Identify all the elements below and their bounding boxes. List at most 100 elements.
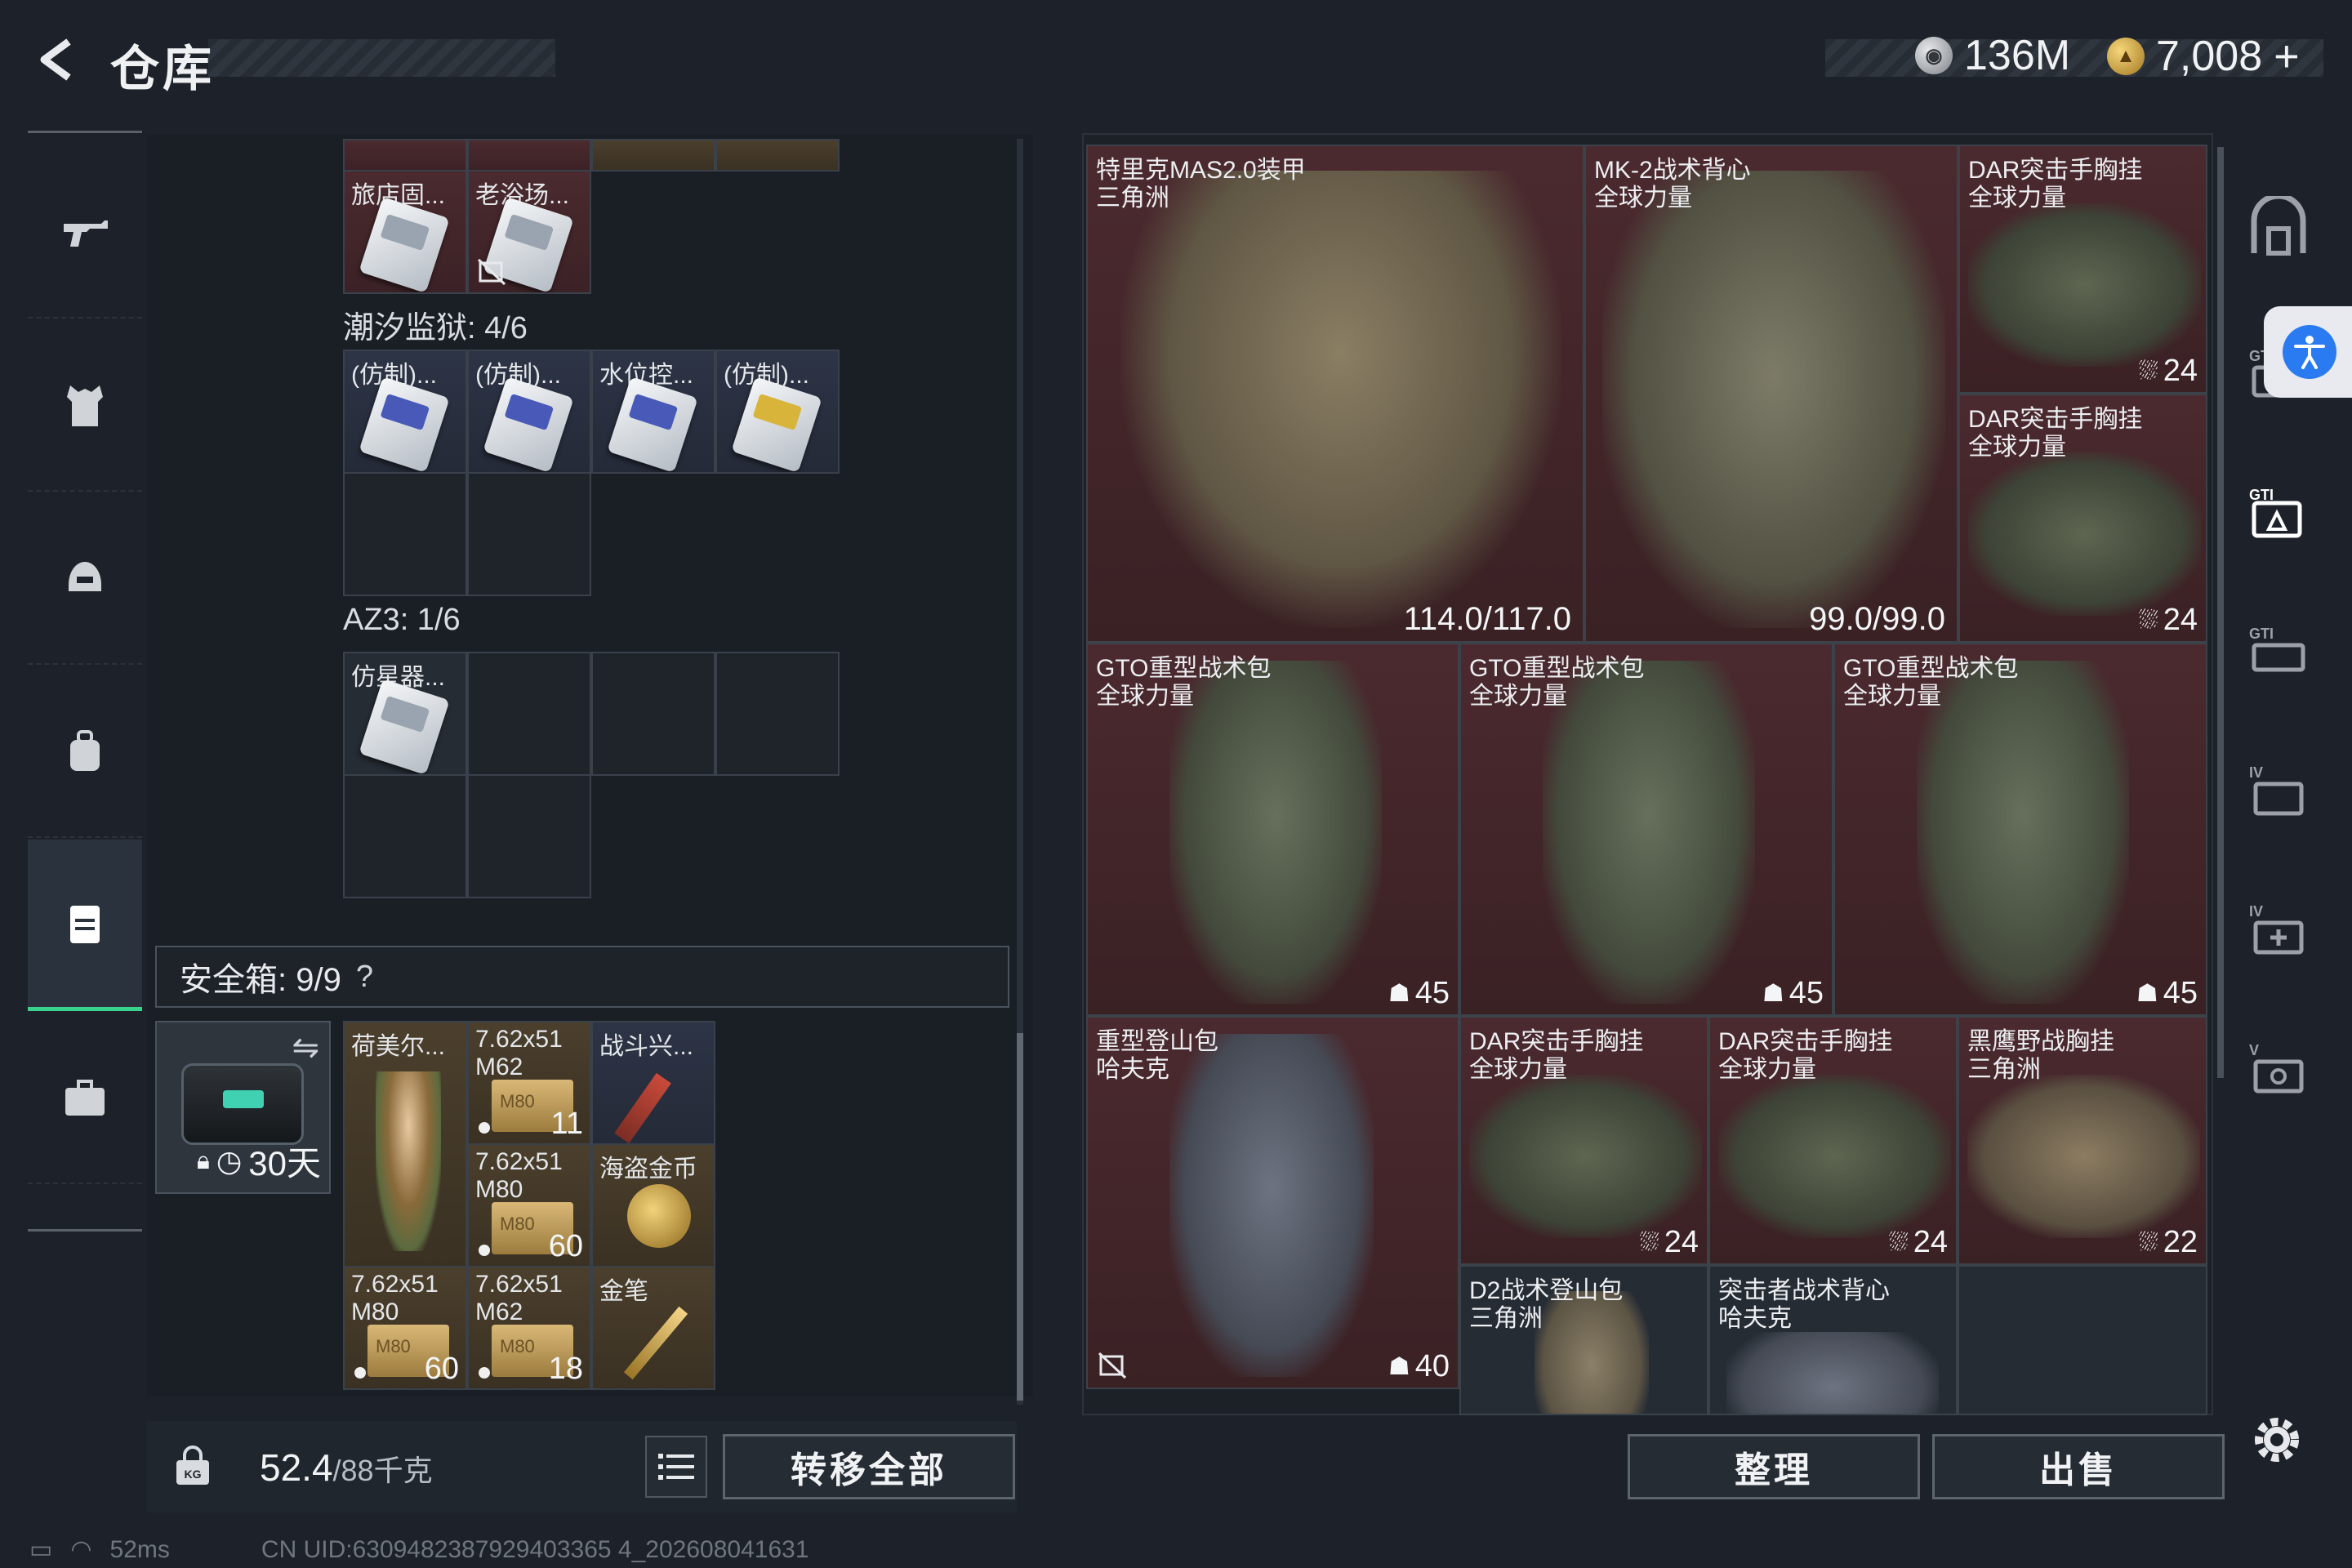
- loot-item[interactable]: 突击者战术背心 哈夫克: [1708, 1265, 1958, 1415]
- sell-button[interactable]: 出售: [1932, 1434, 2225, 1499]
- storage-item[interactable]: 老浴场...: [467, 170, 591, 294]
- storage-item[interactable]: 金笔: [591, 1266, 715, 1390]
- user-uid: CN UID:6309482387929403365 4_20260804163…: [261, 1535, 809, 1563]
- loot-item[interactable]: 特里克MAS2.0装甲 三角洲 114.0/117.0: [1086, 145, 1584, 643]
- weight-icon: KG: [176, 1446, 209, 1485]
- currency-gold[interactable]: ▲ 7,008 +: [2107, 31, 2300, 82]
- syringe-icon: [614, 1072, 671, 1143]
- gold-plus-button[interactable]: +: [2274, 31, 2300, 82]
- gti-tool-case-icon: GTI: [2249, 487, 2302, 538]
- container-tab-locker[interactable]: [2230, 180, 2328, 278]
- loot-item[interactable]: DAR突击手胸挂 全球力量 ⛆ 24: [1459, 1016, 1708, 1265]
- container-tab-gti-2[interactable]: GTI: [2230, 604, 2328, 702]
- rail-item-misc[interactable]: [28, 1013, 142, 1184]
- loot-item[interactable]: GTO重型战术包 全球力量 ☗ 45: [1833, 643, 2207, 1016]
- ping-value: 52ms: [109, 1535, 170, 1563]
- backpack-capacity-icon: ☗: [1388, 980, 1410, 1007]
- storage-item[interactable]: 7.62x51 M62 11: [467, 1021, 591, 1145]
- storage-item[interactable]: 荷美尔...: [343, 1021, 467, 1267]
- storage-item[interactable]: 旅店固...: [343, 170, 467, 294]
- grid-cell[interactable]: [343, 139, 467, 172]
- storage-item[interactable]: 7.62x51 M80 60: [467, 1143, 591, 1267]
- svg-text:GTI: GTI: [2249, 487, 2274, 503]
- item-brand: 全球力量: [1469, 683, 1567, 710]
- loot-item[interactable]: MK-2战术背心 全球力量 99.0/99.0: [1584, 145, 1958, 643]
- rail-item-armor[interactable]: [28, 320, 142, 492]
- back-button[interactable]: [24, 31, 90, 88]
- empty-slot[interactable]: [1958, 1265, 2207, 1415]
- storage-item[interactable]: 水位控...: [591, 350, 715, 474]
- loot-item[interactable]: DAR突击手胸挂 全球力量 ⛆ 24: [1708, 1016, 1958, 1265]
- storage-item[interactable]: (仿制)...: [467, 350, 591, 474]
- empty-slot[interactable]: [343, 472, 467, 596]
- gold-pen-icon: [623, 1306, 688, 1380]
- organize-button[interactable]: 整理: [1628, 1434, 1920, 1499]
- rig-capacity-icon: ⛆: [1639, 1228, 1659, 1256]
- grid-cell[interactable]: [715, 139, 840, 172]
- v-case-icon: V: [2249, 1042, 2304, 1094]
- storage-scrollbar-thumb[interactable]: [1017, 1033, 1023, 1401]
- backpack-capacity-icon: ☗: [1388, 1353, 1410, 1380]
- item-brand: 哈夫克: [1096, 1056, 1169, 1083]
- accessibility-button[interactable]: [2264, 306, 2352, 398]
- storage-item[interactable]: (仿制)...: [343, 350, 467, 474]
- loot-item[interactable]: DAR突击手胸挂 全球力量 ⛆ 24: [1958, 145, 2207, 394]
- chest-rig-icon: [1968, 203, 2201, 367]
- item-name: 金笔: [599, 1278, 648, 1305]
- rig-capacity-icon: ⛆: [1888, 1228, 1909, 1256]
- loot-item[interactable]: D2战术登山包 三角洲: [1459, 1265, 1708, 1415]
- container-tab-v[interactable]: V: [2230, 1021, 2328, 1119]
- loot-scrollbar[interactable]: [2217, 147, 2224, 1078]
- capacity-value: 24: [2163, 354, 2198, 388]
- empty-slot[interactable]: [715, 652, 840, 776]
- settings-gear-icon[interactable]: [2246, 1409, 2308, 1471]
- storage-item[interactable]: 仿星器...: [343, 652, 467, 776]
- help-icon[interactable]: ?: [356, 960, 373, 995]
- empty-slot[interactable]: [467, 472, 591, 596]
- loot-item[interactable]: 黑鹰野战胸挂 三角洲 ⛆ 22: [1958, 1016, 2207, 1265]
- item-variant: M80: [475, 1176, 523, 1203]
- item-brand: 三角洲: [1967, 1056, 2041, 1083]
- swap-icon[interactable]: ⇋: [292, 1029, 319, 1067]
- container-tab-iv-2[interactable]: IV: [2230, 882, 2328, 980]
- item-name: 7.62x51: [475, 1026, 563, 1053]
- storage-item[interactable]: 战斗兴...: [591, 1021, 715, 1145]
- loot-item[interactable]: GTO重型战术包 全球力量 ☗ 45: [1086, 643, 1459, 1016]
- container-tab-gti-active[interactable]: GTI: [2230, 466, 2328, 564]
- capacity: ⛆ 24: [2139, 354, 2198, 389]
- storage-item[interactable]: 7.62x51 M62 18: [467, 1266, 591, 1390]
- vest-icon: [67, 385, 103, 426]
- empty-slot[interactable]: [591, 652, 715, 776]
- empty-slot[interactable]: [467, 652, 591, 776]
- capacity-value: 22: [2163, 1225, 2198, 1259]
- grid-cell[interactable]: [467, 139, 591, 172]
- item-brand: 全球力量: [1968, 185, 2066, 212]
- tactical-pack-icon: [1543, 661, 1755, 1004]
- grid-cell[interactable]: [591, 139, 715, 172]
- iv-medkit-icon: IV: [2249, 903, 2304, 955]
- storage-item[interactable]: 7.62x51 M80 60: [343, 1266, 467, 1390]
- item-count: 60: [548, 1229, 583, 1263]
- loot-item[interactable]: 重型登山包 哈夫克 ☗ 40: [1086, 1016, 1459, 1389]
- capacity: ☗ 45: [2136, 976, 2198, 1011]
- rail-item-helmet[interactable]: [28, 493, 142, 665]
- rarity-dot: [479, 1367, 490, 1379]
- empty-slot[interactable]: [343, 774, 467, 898]
- empty-slot[interactable]: [467, 774, 591, 898]
- safe-box-container[interactable]: ⇋ 🔒︎ ◷ 30天: [155, 1021, 331, 1194]
- tactical-vest-icon: [1602, 171, 1945, 628]
- pistol-icon: [64, 220, 108, 247]
- rail-item-weapons[interactable]: [28, 147, 142, 318]
- silver-amount: 136M: [1964, 32, 2071, 79]
- loot-item[interactable]: GTO重型战术包 全球力量 ☗ 45: [1459, 643, 1833, 1016]
- list-view-button[interactable]: [645, 1436, 707, 1498]
- transfer-all-button[interactable]: 转移全部: [723, 1434, 1015, 1499]
- currency-silver[interactable]: ◉ 136M: [1915, 31, 2070, 80]
- loot-item[interactable]: DAR突击手胸挂 全球力量 ⛆ 24: [1958, 394, 2207, 643]
- rail-item-storage[interactable]: [28, 840, 142, 1011]
- accessibility-icon: [2283, 325, 2336, 379]
- storage-item[interactable]: (仿制)...: [715, 350, 840, 474]
- container-tab-iv-1[interactable]: IV: [2230, 743, 2328, 841]
- rail-item-backpack[interactable]: [28, 666, 142, 838]
- storage-item[interactable]: 海盗金币: [591, 1143, 715, 1267]
